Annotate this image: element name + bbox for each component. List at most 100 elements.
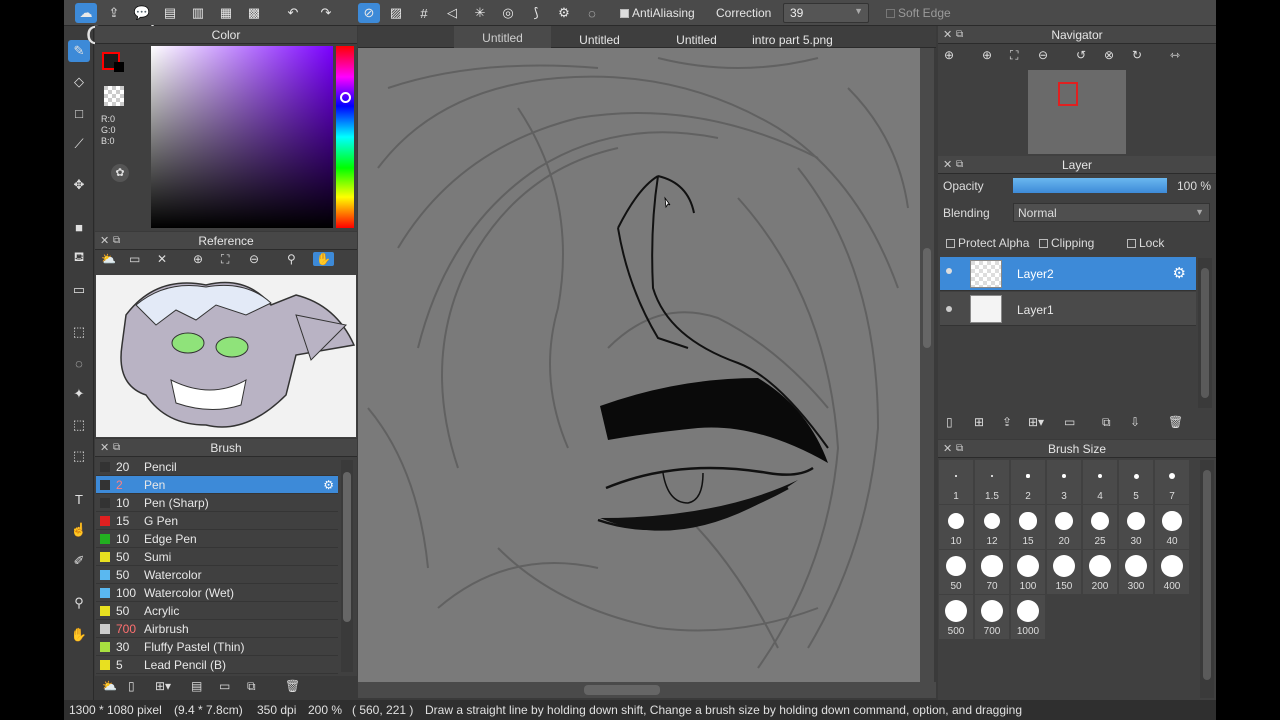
detach-icon[interactable]: ⧉	[956, 156, 963, 174]
close-icon[interactable]: ✕	[100, 232, 109, 250]
zoom-icon[interactable]: ⊕	[944, 48, 954, 62]
brush-folder-icon[interactable]: ▭	[219, 679, 230, 693]
open-folder-icon[interactable]: ▭	[129, 252, 140, 266]
move-tool-icon[interactable]: ✥	[68, 174, 90, 196]
reset-rotation-icon[interactable]: ⊗	[1104, 48, 1114, 62]
layer-row-layer1[interactable]: Layer1	[940, 292, 1196, 326]
hand-icon[interactable]: ✋	[313, 252, 334, 266]
brush-size-option[interactable]: 1	[939, 460, 973, 504]
layer-folder-icon[interactable]: ▭	[1064, 415, 1075, 429]
canvas-horizontal-scrollbar[interactable]	[358, 682, 936, 698]
brush-size-option[interactable]: 5	[1119, 460, 1153, 504]
detach-icon[interactable]: ⧉	[956, 26, 963, 44]
layer-scrollbar-thumb[interactable]	[1201, 268, 1209, 398]
drawing-canvas[interactable]	[358, 48, 920, 682]
close-icon[interactable]: ✕	[943, 156, 952, 174]
lock-checkbox[interactable]: Lock	[1127, 236, 1164, 250]
brush-item[interactable]: 30 Fluffy Pastel (Thin)	[96, 638, 338, 656]
rotate-right-icon[interactable]: ↻	[1132, 48, 1142, 62]
eyedropper-icon[interactable]: ⚲	[68, 592, 90, 614]
opacity-slider[interactable]	[1013, 178, 1167, 193]
import-layer-icon[interactable]: ⇪	[1002, 415, 1012, 429]
brush-size-option[interactable]: 10	[939, 505, 973, 549]
brush-size-option[interactable]: 12	[975, 505, 1009, 549]
brush-item[interactable]: 50 Acrylic	[96, 602, 338, 620]
tab-untitled-1[interactable]: Untitled	[454, 31, 551, 45]
tab-untitled-2[interactable]: Untitled	[551, 33, 648, 47]
rect-tool-icon[interactable]: ■	[68, 216, 90, 238]
detach-icon[interactable]: ⧉	[113, 439, 120, 457]
brush-size-option[interactable]: 1000	[1011, 595, 1045, 639]
brush-item[interactable]: 50 Sumi	[96, 548, 338, 566]
brush-size-option[interactable]: 50	[939, 550, 973, 594]
fit-icon[interactable]: ⛶	[1010, 48, 1018, 63]
snap-settings-icon[interactable]: ⚙	[553, 3, 575, 23]
eraser-tool-icon[interactable]: ◇	[68, 71, 90, 93]
brush-size-option[interactable]: 15	[1011, 505, 1045, 549]
shape-tool-icon[interactable]: □	[68, 102, 90, 124]
brush-size-option[interactable]: 200	[1083, 550, 1117, 594]
eyedropper-icon[interactable]: ⚲	[287, 252, 296, 266]
brush-size-scrollbar[interactable]	[1200, 460, 1214, 698]
divide-tool-icon[interactable]: ✐	[68, 550, 90, 572]
brush-size-scrollbar-thumb[interactable]	[1203, 470, 1211, 680]
saturation-value-picker[interactable]	[151, 46, 333, 228]
cloud-brush-icon[interactable]: ⛅	[102, 679, 117, 693]
palette-icon[interactable]: ✿	[111, 164, 129, 182]
gear-icon[interactable]: ⚙	[323, 476, 334, 494]
flip-icon[interactable]: ⇿	[1170, 48, 1180, 62]
add-layer-icon[interactable]: ⊞	[974, 415, 984, 429]
horizontal-scrollbar-thumb[interactable]	[584, 685, 660, 695]
snap-parallel-icon[interactable]: ▨	[385, 3, 407, 23]
brush-item[interactable]: 100 Watercolor (Wet)	[96, 584, 338, 602]
soft-edge-checkbox[interactable]: Soft Edge	[886, 6, 951, 20]
brush-size-option[interactable]: 7	[1155, 460, 1189, 504]
brush-size-option[interactable]: 500	[939, 595, 973, 639]
snap-option-icon[interactable]: ◌	[581, 3, 603, 23]
navigator-preview[interactable]	[1028, 70, 1126, 154]
zoom-in-icon[interactable]: ⊕	[193, 252, 203, 266]
brush-item[interactable]: 10 Edge Pen	[96, 530, 338, 548]
tab-intro-part-5[interactable]: intro part 5.png	[745, 33, 840, 47]
close-reference-icon[interactable]: ✕	[157, 252, 167, 266]
brush-size-option[interactable]: 300	[1119, 550, 1153, 594]
brush-scrollbar[interactable]	[341, 460, 353, 672]
operation-tool-icon[interactable]: ☝	[68, 519, 90, 541]
brush-item[interactable]: 2 Pen ⚙	[96, 476, 338, 494]
transparent-color-swatch[interactable]	[104, 86, 124, 106]
vertical-scrollbar-thumb[interactable]	[923, 248, 931, 348]
brush-size-option[interactable]: 25	[1083, 505, 1117, 549]
brush-size-option[interactable]: 20	[1047, 505, 1081, 549]
pattern-icon[interactable]: ▩	[243, 3, 265, 23]
brush-size-option[interactable]: 70	[975, 550, 1009, 594]
hue-slider[interactable]	[336, 46, 354, 228]
snap-curve-icon[interactable]: ⟆	[525, 3, 547, 23]
layers-grid-icon[interactable]: ▦	[215, 3, 237, 23]
brush-size-option[interactable]: 1.5	[975, 460, 1009, 504]
tab-untitled-3[interactable]: Untitled	[648, 33, 745, 47]
brush-size-option[interactable]: 2	[1011, 460, 1045, 504]
detach-icon[interactable]: ⧉	[956, 440, 963, 458]
snap-off-icon[interactable]: ⊘	[358, 3, 380, 23]
duplicate-brush-icon[interactable]: ⧉	[247, 679, 256, 694]
correction-select[interactable]: 39 ▼	[783, 3, 869, 23]
select-eraser-icon[interactable]: ⬚	[68, 445, 90, 467]
close-icon[interactable]: ✕	[943, 26, 952, 44]
brush-item[interactable]: 700 Airbrush	[96, 620, 338, 638]
canvas-vertical-scrollbar[interactable]	[920, 48, 934, 682]
brush-size-option[interactable]: 700	[975, 595, 1009, 639]
brush-item[interactable]: 5 Lead Pencil (B)	[96, 656, 338, 674]
select-pen-icon[interactable]: ⬚	[68, 414, 90, 436]
text-tool-icon[interactable]: T	[68, 488, 90, 510]
detach-icon[interactable]: ⧉	[113, 232, 120, 250]
zoom-in-icon[interactable]: ⊕	[982, 48, 992, 62]
trash-icon[interactable]: 🗑	[285, 679, 300, 693]
new-layer-icon[interactable]: ▯	[946, 415, 953, 429]
merge-layer-icon[interactable]: ⇩	[1130, 415, 1140, 429]
zoom-out-icon[interactable]: ⊖	[1038, 48, 1048, 62]
brush-item[interactable]: 10 Pen (Sharp)	[96, 494, 338, 512]
select-rect-icon[interactable]: ⬚	[68, 321, 90, 343]
rotate-left-icon[interactable]: ↺	[1076, 48, 1086, 62]
fit-icon[interactable]: ⛶	[221, 252, 229, 267]
fill-tool-icon[interactable]: ⛾	[68, 247, 90, 269]
